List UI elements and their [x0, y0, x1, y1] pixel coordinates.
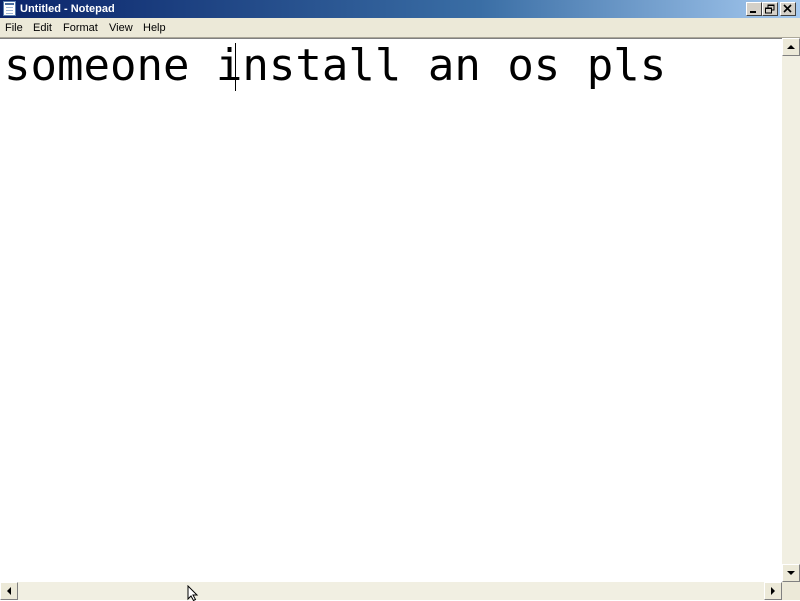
minimize-icon	[750, 11, 756, 13]
scroll-down-button[interactable]	[782, 564, 800, 582]
text-caret	[235, 43, 236, 91]
arrow-right-icon	[771, 587, 775, 595]
size-grip[interactable]	[782, 582, 800, 600]
menu-view[interactable]: View	[109, 21, 133, 35]
minimize-button[interactable]	[746, 2, 762, 16]
window-title: Untitled - Notepad	[20, 3, 115, 15]
mouse-pointer-icon	[187, 585, 199, 601]
menu-help[interactable]: Help	[143, 21, 166, 35]
restore-icon	[765, 4, 775, 14]
close-icon	[783, 4, 792, 13]
vertical-scrollbar[interactable]	[782, 38, 800, 582]
document-text[interactable]: someone install an os pls	[4, 39, 666, 93]
text-editor-area[interactable]: someone install an os pls	[0, 38, 782, 582]
scroll-right-button[interactable]	[764, 582, 782, 600]
scroll-left-button[interactable]	[0, 582, 18, 600]
title-bar[interactable]: Untitled - Notepad	[0, 0, 800, 18]
arrow-up-icon	[787, 45, 795, 49]
close-button[interactable]	[780, 2, 796, 16]
scroll-up-button[interactable]	[782, 38, 800, 56]
restore-button[interactable]	[762, 2, 778, 16]
menu-edit[interactable]: Edit	[33, 21, 52, 35]
arrow-left-icon	[7, 587, 11, 595]
menu-format[interactable]: Format	[63, 21, 98, 35]
notepad-icon[interactable]	[3, 1, 16, 16]
menu-file[interactable]: File	[5, 21, 23, 35]
arrow-down-icon	[787, 571, 795, 575]
menu-bar: File Edit Format View Help	[0, 18, 800, 38]
horizontal-scrollbar[interactable]	[0, 582, 782, 600]
